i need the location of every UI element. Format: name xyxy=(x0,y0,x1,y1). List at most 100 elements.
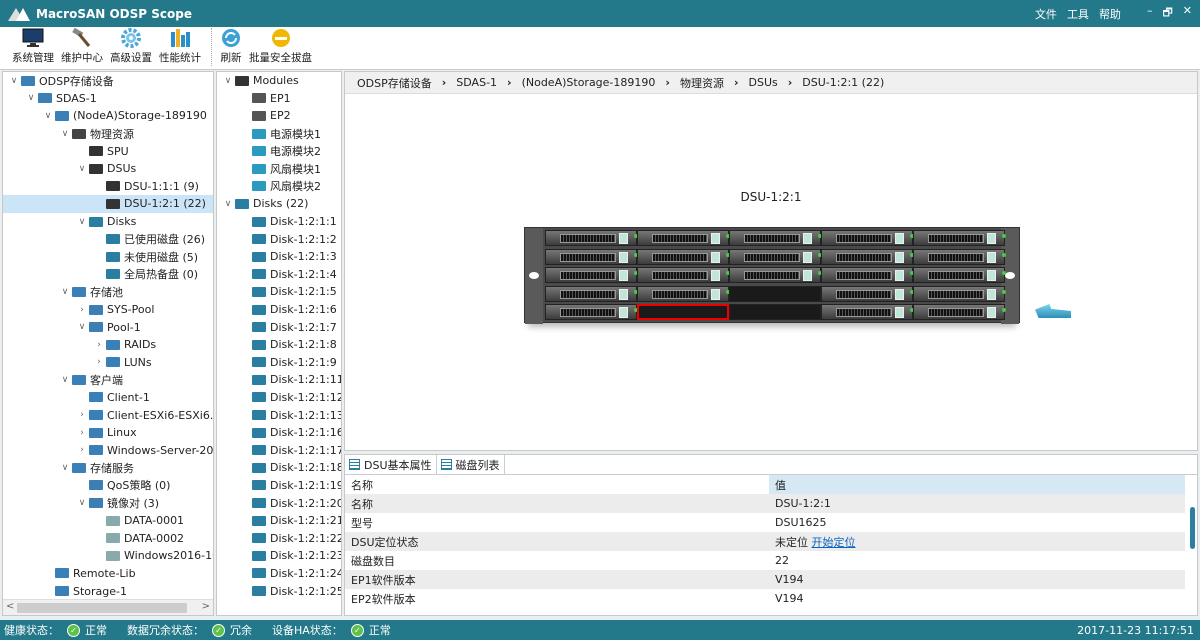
tree-item[interactable]: Disk-1:2:1:20 xyxy=(217,494,341,512)
disk-slot[interactable] xyxy=(545,304,638,320)
tab-dsu-properties[interactable]: DSU基本属性 xyxy=(345,455,437,474)
close-button[interactable]: ✕ xyxy=(1183,4,1192,23)
tree-item[interactable]: Disk-1:2:1:8 xyxy=(217,336,341,354)
tree-item[interactable]: › Linux xyxy=(3,424,213,442)
tree-item[interactable]: ∨ (NodeA)Storage-189190 xyxy=(3,107,213,125)
tree-item[interactable]: ∨ 镜像对 (3) xyxy=(3,494,213,512)
tree-item[interactable]: EP2 xyxy=(217,107,341,125)
chevron-down-icon[interactable]: ∨ xyxy=(75,164,89,174)
chevron-down-icon[interactable]: ∨ xyxy=(75,322,89,332)
tree-item[interactable]: Disk-1:2:1:3 xyxy=(217,248,341,266)
tree-item[interactable]: ∨ Pool-1 xyxy=(3,318,213,336)
chevron-right-icon[interactable]: › xyxy=(92,340,106,350)
tree-item[interactable]: ∨ ODSP存储设备 xyxy=(3,72,213,90)
disk-slot[interactable] xyxy=(545,230,638,246)
vertical-scrollbar[interactable] xyxy=(1190,507,1195,549)
tree-item[interactable]: ∨ 存储服务 xyxy=(3,459,213,477)
breadcrumb-item[interactable]: SDAS-1 xyxy=(456,76,497,89)
tree-item[interactable]: 电源模块2 xyxy=(217,142,341,160)
refresh-button[interactable]: 刷新 xyxy=(220,28,242,69)
tree-item[interactable]: 风扇模块1 xyxy=(217,160,341,178)
batch-safe-remove-button[interactable]: 批量安全拔盘 xyxy=(249,28,312,69)
tree-item[interactable]: ∨ 物理资源 xyxy=(3,125,213,143)
restore-button[interactable]: 🗗 xyxy=(1162,4,1172,23)
disk-slot[interactable] xyxy=(913,230,1006,246)
start-locate-link[interactable]: 开始定位 xyxy=(812,536,856,549)
breadcrumb-item[interactable]: DSU-1:2:1 (22) xyxy=(802,76,884,89)
menu-help[interactable]: 帮助 xyxy=(1099,6,1121,22)
tree-item[interactable]: ∨ DSUs xyxy=(3,160,213,178)
chevron-down-icon[interactable]: ∨ xyxy=(58,375,72,385)
maintenance-center-button[interactable]: 维护中心 xyxy=(61,28,103,69)
tree-item[interactable]: Disk-1:2:1:17 xyxy=(217,441,341,459)
performance-stats-button[interactable]: 性能统计 xyxy=(159,28,201,69)
chevron-down-icon[interactable]: ∨ xyxy=(221,76,235,86)
rotate-arrow-icon[interactable] xyxy=(1035,304,1071,318)
disk-slot[interactable] xyxy=(913,304,1006,320)
breadcrumb-item[interactable]: ODSP存储设备 xyxy=(357,75,432,91)
menu-tools[interactable]: 工具 xyxy=(1067,6,1089,22)
tree-item[interactable]: Disk-1:2:1:22 xyxy=(217,529,341,547)
minimize-button[interactable]: – xyxy=(1147,4,1153,23)
chevron-right-icon[interactable]: › xyxy=(75,428,89,438)
breadcrumb-item[interactable]: (NodeA)Storage-189190 xyxy=(522,76,656,89)
tree-item[interactable]: ∨ Disks (22) xyxy=(217,195,341,213)
tree-item[interactable]: Storage-1 xyxy=(3,582,213,600)
chevron-down-icon[interactable]: ∨ xyxy=(75,217,89,227)
disk-slot[interactable] xyxy=(821,267,914,283)
tree-item[interactable]: 电源模块1 xyxy=(217,125,341,143)
tree-item[interactable]: ∨ 存储池 xyxy=(3,283,213,301)
disk-slot[interactable] xyxy=(545,248,638,265)
tree-item[interactable]: › Windows-Server-201 xyxy=(3,441,213,459)
horizontal-scrollbar[interactable]: < > xyxy=(3,599,213,615)
advanced-settings-button[interactable]: 高级设置 xyxy=(110,28,152,69)
empty-disk-slot[interactable] xyxy=(637,304,729,320)
disk-slot[interactable] xyxy=(637,248,730,265)
disk-slot[interactable] xyxy=(545,267,638,283)
tree-item[interactable]: Disk-1:2:1:25 xyxy=(217,582,341,600)
chevron-right-icon[interactable]: › xyxy=(75,445,89,455)
tree-item[interactable]: › LUNs xyxy=(3,354,213,372)
tree-item[interactable]: Remote-Lib xyxy=(3,565,213,583)
tree-item[interactable]: Disk-1:2:1:1 xyxy=(217,213,341,231)
tree-item[interactable]: Disk-1:2:1:7 xyxy=(217,318,341,336)
chevron-down-icon[interactable]: ∨ xyxy=(75,498,89,508)
empty-disk-slot[interactable] xyxy=(729,304,821,320)
tree-item[interactable]: Disk-1:2:1:11 xyxy=(217,371,341,389)
tree-item[interactable]: Windows2016-10 xyxy=(3,547,213,565)
tree-item[interactable]: Disk-1:2:1:23 xyxy=(217,547,341,565)
tree-item[interactable]: QoS策略 (0) xyxy=(3,477,213,495)
tree-item[interactable]: 风扇模块2 xyxy=(217,178,341,196)
tree-item[interactable]: Disk-1:2:1:24 xyxy=(217,565,341,583)
disk-slot[interactable] xyxy=(913,267,1006,283)
tree-item[interactable]: EP1 xyxy=(217,90,341,108)
tree-item[interactable]: DATA-0002 xyxy=(3,529,213,547)
tree-item[interactable]: › Client-ESXi6-ESXi6.5 xyxy=(3,406,213,424)
tree-item[interactable]: Disk-1:2:1:2 xyxy=(217,230,341,248)
chevron-down-icon[interactable]: ∨ xyxy=(58,463,72,473)
tree-item[interactable]: Disk-1:2:1:16 xyxy=(217,424,341,442)
breadcrumb-item[interactable]: 物理资源 xyxy=(680,75,724,91)
tree-item[interactable]: Disk-1:2:1:21 xyxy=(217,512,341,530)
tree-item[interactable]: Disk-1:2:1:4 xyxy=(217,266,341,284)
chevron-right-icon[interactable]: › xyxy=(75,305,89,315)
tree-item[interactable]: Disk-1:2:1:18 xyxy=(217,459,341,477)
tree-item[interactable]: DSU-1:2:1 (22) xyxy=(3,195,213,213)
tree-item[interactable]: 未使用磁盘 (5) xyxy=(3,248,213,266)
tree-item[interactable]: Disk-1:2:1:9 xyxy=(217,354,341,372)
tree-item[interactable]: SPU xyxy=(3,142,213,160)
tree-item[interactable]: 已使用磁盘 (26) xyxy=(3,230,213,248)
disk-slot[interactable] xyxy=(729,248,822,265)
disk-slot[interactable] xyxy=(913,285,1006,302)
system-management-button[interactable]: 系统管理 xyxy=(12,28,54,69)
disk-slot[interactable] xyxy=(729,267,822,283)
disk-slot[interactable] xyxy=(637,285,730,302)
disk-slot[interactable] xyxy=(821,230,914,246)
disk-slot[interactable] xyxy=(913,248,1006,265)
disk-slot[interactable] xyxy=(821,285,914,302)
chevron-down-icon[interactable]: ∨ xyxy=(58,287,72,297)
tree-item[interactable]: 全局热备盘 (0) xyxy=(3,266,213,284)
chevron-down-icon[interactable]: ∨ xyxy=(221,199,235,209)
breadcrumb-item[interactable]: DSUs xyxy=(749,76,778,89)
menu-file[interactable]: 文件 xyxy=(1035,6,1057,22)
